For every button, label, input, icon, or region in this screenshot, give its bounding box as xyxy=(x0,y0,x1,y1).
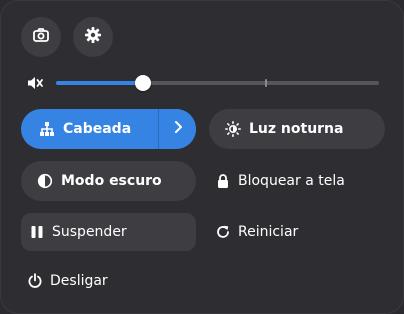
volume-fill xyxy=(56,81,143,85)
sun-icon xyxy=(225,121,241,137)
night-light-label: Luz noturna xyxy=(249,121,344,137)
quick-settings-panel: Cabeada Luz noturna Modo escuro Bloquear… xyxy=(0,0,404,314)
volume-knob[interactable] xyxy=(135,75,151,91)
restart-label: Reiniciar xyxy=(238,224,299,240)
power-off-button[interactable]: Desligar xyxy=(27,262,187,300)
volume-slider[interactable] xyxy=(56,73,379,93)
gear-icon xyxy=(84,26,102,48)
night-light-toggle[interactable]: Luz noturna xyxy=(209,109,385,149)
network-menu-button[interactable] xyxy=(158,109,196,149)
speaker-muted-icon[interactable] xyxy=(25,73,45,93)
network-toggle-label: Cabeada xyxy=(63,121,132,137)
lock-screen-label: Bloquear a tela xyxy=(238,173,345,189)
dark-mode-icon xyxy=(37,173,53,189)
camera-icon xyxy=(32,26,50,48)
network-toggle[interactable]: Cabeada xyxy=(21,109,196,149)
lock-screen-button[interactable]: Bloquear a tela xyxy=(215,162,385,200)
screenshot-button[interactable] xyxy=(21,17,61,57)
pause-icon xyxy=(29,224,45,240)
wired-network-icon xyxy=(39,121,55,137)
dark-mode-toggle[interactable]: Modo escuro xyxy=(21,161,196,201)
volume-100-mark xyxy=(265,79,267,87)
restart-button[interactable]: Reiniciar xyxy=(215,213,385,251)
suspend-label: Suspender xyxy=(52,224,127,240)
restart-icon xyxy=(215,224,231,240)
power-icon xyxy=(27,273,43,289)
suspend-button[interactable]: Suspender xyxy=(21,213,196,251)
chevron-right-icon xyxy=(170,119,186,139)
settings-button[interactable] xyxy=(73,17,113,57)
power-off-label: Desligar xyxy=(50,273,108,289)
dark-mode-label: Modo escuro xyxy=(61,173,162,189)
lock-icon xyxy=(215,173,231,189)
